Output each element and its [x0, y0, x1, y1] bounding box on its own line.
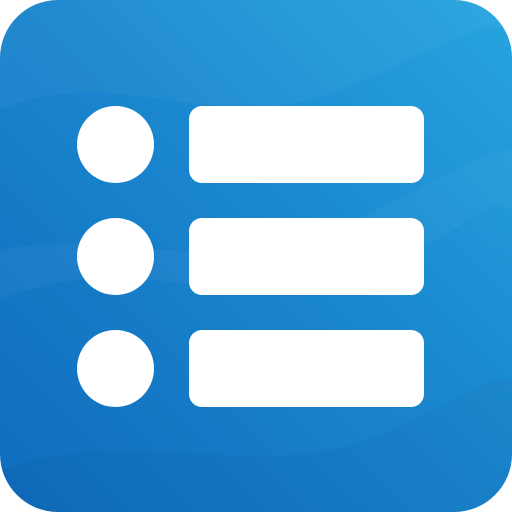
list-line-2	[189, 218, 424, 295]
list-bullet-2-icon	[77, 218, 154, 295]
list-app-icon[interactable]	[0, 0, 512, 512]
list-line-1	[189, 106, 424, 183]
list-bullet-3-icon	[77, 330, 154, 407]
list-line-3	[189, 330, 424, 407]
list-bullet-1-icon	[77, 106, 154, 183]
